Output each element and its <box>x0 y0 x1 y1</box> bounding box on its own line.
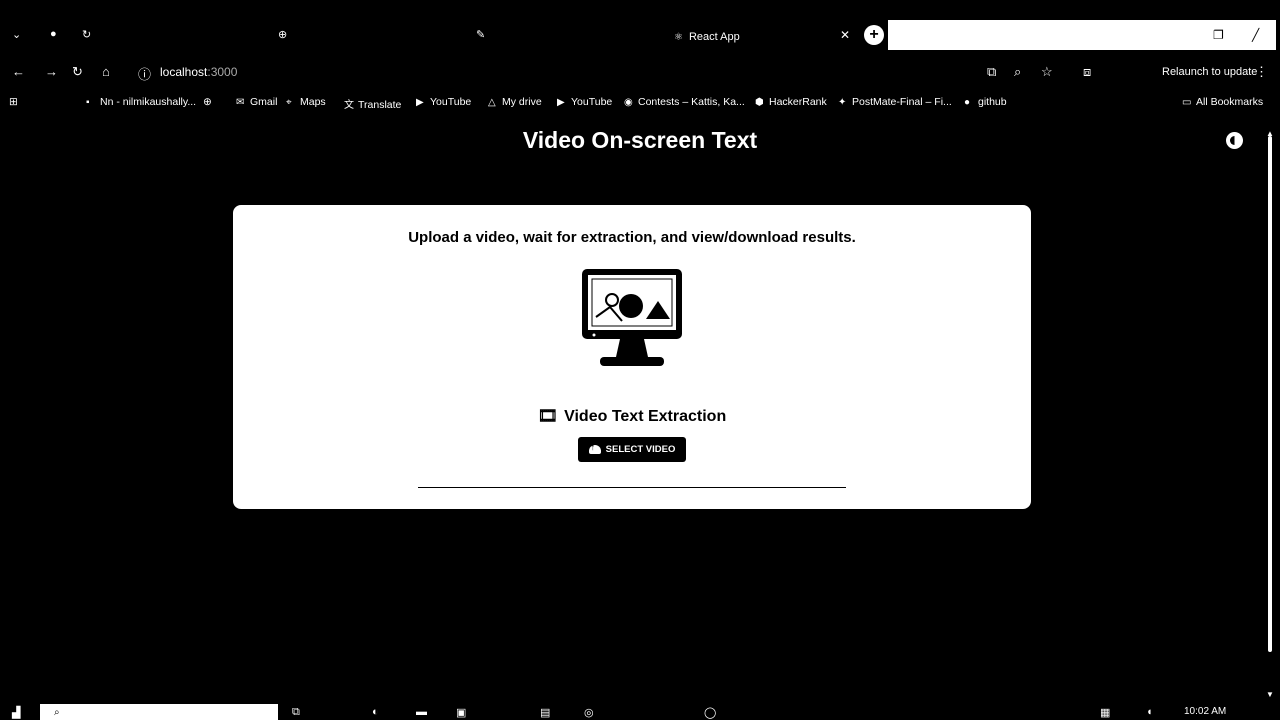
reload-icon[interactable]: ↻ <box>72 64 83 80</box>
bookmark-label: Maps <box>300 96 326 108</box>
tab-favicon-icon[interactable]: ↻ <box>82 28 91 41</box>
tab-search-chevron-icon[interactable]: ⌄ <box>12 28 21 41</box>
taskbar-app-icon[interactable]: ▣ <box>456 706 466 719</box>
scroll-down-arrow-icon[interactable]: ▼ <box>1266 690 1274 699</box>
bookmark-item[interactable]: ▶ YouTube <box>416 96 471 108</box>
bookmark-item[interactable]: ⬢ HackerRank <box>755 96 827 108</box>
url-port: :3000 <box>207 65 238 79</box>
cloud-upload-icon <box>588 442 601 454</box>
postmate-icon: ✦ <box>838 97 847 108</box>
upload-card: Upload a video, wait for extraction, and… <box>233 205 1031 509</box>
taskbar-app-icon[interactable]: ▤ <box>540 706 550 719</box>
tab-favicon-icon[interactable]: ✎ <box>476 28 485 41</box>
divider <box>418 487 846 488</box>
drive-icon: △ <box>488 97 496 108</box>
bookmark-item[interactable]: △ My drive <box>488 96 542 108</box>
section-title-text: Video Text Extraction <box>564 408 727 425</box>
bookmark-label: Gmail <box>250 96 278 108</box>
chrome-icon[interactable]: ◎ <box>584 706 594 719</box>
restore-window-icon[interactable]: ❐ <box>1213 28 1224 42</box>
hackerrank-icon: ⬢ <box>755 97 764 108</box>
github-icon: ● <box>964 97 971 108</box>
monitor-illustration-icon <box>582 269 682 366</box>
all-bookmarks-label: All Bookmarks <box>1196 96 1264 108</box>
gmail-icon: ✉ <box>236 97 245 108</box>
bookmark-item[interactable]: ⌖ Maps <box>286 96 326 108</box>
volume-icon[interactable]: ◖ <box>1146 706 1153 718</box>
translate-icon: 文 <box>344 100 354 111</box>
extensions-icon[interactable]: ⧈ <box>1083 64 1091 80</box>
taskbar-app-icon[interactable]: ◯ <box>704 706 716 719</box>
react-favicon-icon: ⚛ <box>674 31 683 43</box>
tab-favicon-icon[interactable]: ● <box>50 28 57 40</box>
site-info-icon[interactable]: ⓘ <box>138 64 151 83</box>
bookmark-item[interactable]: ◉ Contests – Kattis, Ka... <box>624 96 745 108</box>
apps-grid-icon[interactable]: ⊞ <box>9 96 18 108</box>
bookmark-label: HackerRank <box>769 96 827 108</box>
scrollbar-thumb[interactable] <box>1268 136 1272 652</box>
task-view-icon[interactable]: ⧉ <box>292 706 300 719</box>
close-tab-icon[interactable]: ✕ <box>840 28 850 42</box>
bookmark-favicon-icon: ▪ <box>86 97 90 108</box>
bookmark-label: YouTube <box>430 96 472 108</box>
close-window-icon[interactable]: ╱ <box>1252 28 1259 42</box>
section-title: 🎞 Video Text Extraction <box>233 406 1031 426</box>
relaunch-button[interactable]: Relaunch to update <box>1162 66 1257 78</box>
upload-instructions: Upload a video, wait for extraction, and… <box>408 229 856 246</box>
bookmark-star-icon[interactable]: ☆ <box>1041 64 1053 80</box>
active-tab-title: React App <box>688 31 740 43</box>
bookmark-label: Translate <box>358 99 402 111</box>
kattis-icon: ◉ <box>624 97 633 108</box>
bookmark-item[interactable]: ▪ Nn - nilmikaushally... <box>86 96 196 108</box>
kebab-menu-icon[interactable]: ⋮ <box>1255 64 1268 80</box>
bookmark-label: Nn - nilmikaushally... <box>100 96 197 108</box>
bookmark-label: My drive <box>502 96 542 108</box>
url-field[interactable]: localhost:3000 <box>160 65 237 79</box>
install-app-icon[interactable]: ⧉ <box>987 64 996 80</box>
back-arrow-icon[interactable]: ← <box>12 64 25 79</box>
select-video-button[interactable]: SELECT VIDEO <box>578 437 686 462</box>
film-projector-icon: 🎞 <box>537 408 559 425</box>
all-bookmarks-button[interactable]: ▭ All Bookmarks <box>1182 96 1263 108</box>
taskbar-app-icon[interactable]: ◐ <box>372 706 379 718</box>
bookmark-label: Contests – Kattis, Ka... <box>638 96 745 108</box>
youtube-icon: ▶ <box>416 97 424 108</box>
bookmark-label: github <box>978 96 1007 108</box>
bookmark-item[interactable]: ▶ YouTube <box>557 96 612 108</box>
tab-favicon-icon[interactable]: ⊕ <box>278 28 287 41</box>
network-icon[interactable]: ▦ <box>1100 706 1110 719</box>
new-tab-plus-icon[interactable]: + <box>864 25 884 45</box>
bookmark-item[interactable]: ● github <box>964 96 1007 108</box>
file-explorer-icon[interactable]: ▬ <box>416 706 427 718</box>
select-video-label: SELECT VIDEO <box>605 444 676 455</box>
bookmark-item[interactable]: ✉ Gmail <box>236 96 277 108</box>
theme-toggle-icon[interactable] <box>1226 132 1243 149</box>
youtube-icon: ▶ <box>557 97 565 108</box>
home-icon[interactable]: ⌂ <box>102 64 110 79</box>
scroll-up-arrow-icon[interactable]: ▲ <box>1266 129 1274 138</box>
folder-icon: ▭ <box>1182 97 1192 108</box>
bookmark-item[interactable]: 文 Translate <box>344 96 401 111</box>
url-host: localhost <box>160 65 208 79</box>
bookmark-label: YouTube <box>571 96 613 108</box>
forward-arrow-icon[interactable]: → <box>45 64 58 79</box>
zoom-icon[interactable]: ⌕ <box>1014 64 1021 80</box>
windows-start-icon[interactable]: ▟ <box>12 706 20 719</box>
maps-icon: ⌖ <box>286 97 292 108</box>
page-title: Video On-screen Text <box>522 127 758 153</box>
taskbar-clock[interactable]: 10:02 AM <box>1184 706 1226 717</box>
globe-icon[interactable]: ⊕ <box>203 96 212 108</box>
bookmark-item[interactable]: ✦ PostMate-Final – Fi... <box>838 96 952 108</box>
active-tab[interactable]: ⚛ React App ✕ <box>664 22 856 52</box>
bookmark-label: PostMate-Final – Fi... <box>852 96 952 108</box>
taskbar-search-box[interactable]: ⌕ <box>40 704 278 720</box>
